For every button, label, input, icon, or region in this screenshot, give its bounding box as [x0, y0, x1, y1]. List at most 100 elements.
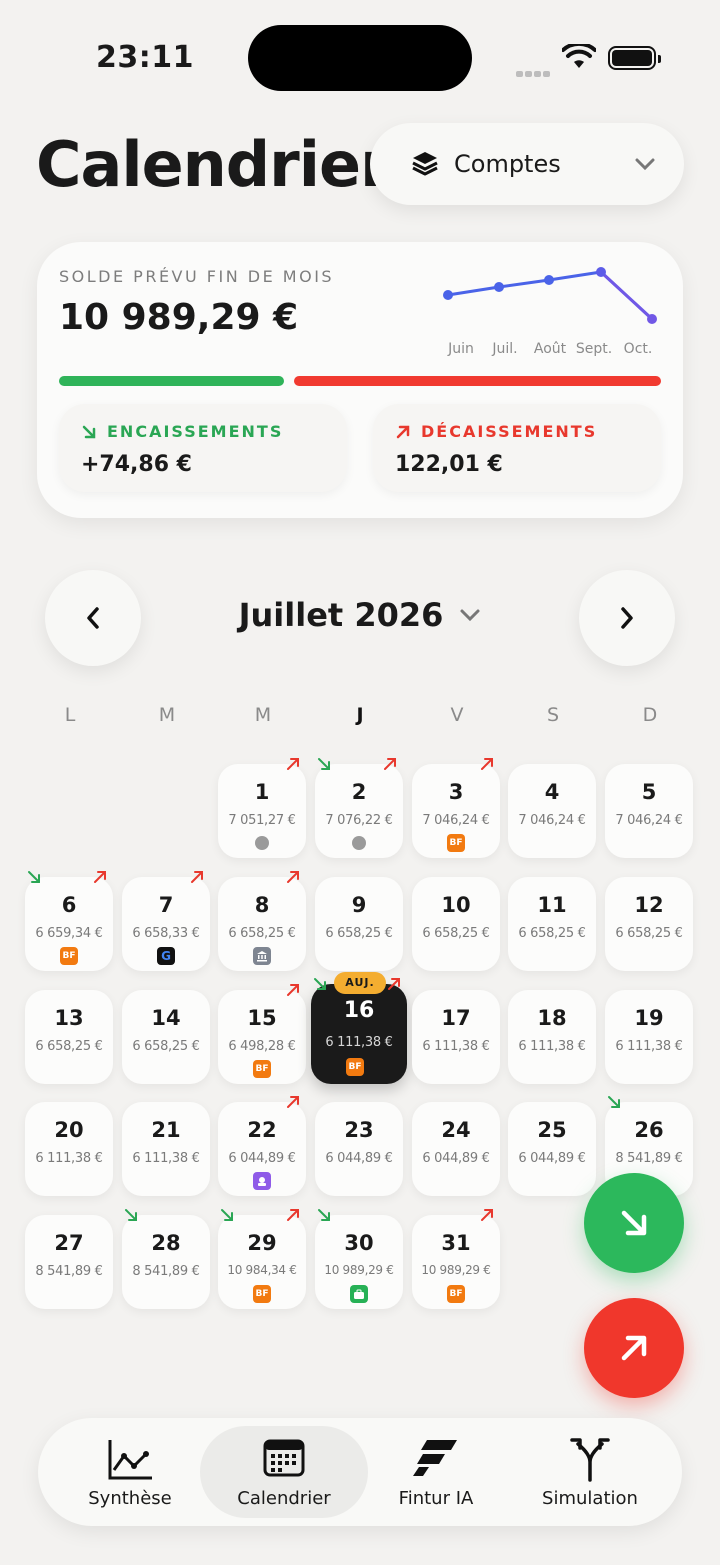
calendar-day[interactable]: 19 6 111,38 € [605, 990, 693, 1084]
day-balance: 6 658,25 € [422, 926, 490, 941]
accounts-dropdown[interactable]: Comptes [370, 123, 684, 205]
wifi-icon [562, 44, 596, 68]
tab-fintur-ia[interactable]: Fintur IA [356, 1426, 516, 1518]
trend-month-label: Sept. [576, 341, 612, 357]
bf-logo-icon: BF [346, 1058, 364, 1076]
day-number: 1 [254, 780, 270, 804]
day-number: 16 [343, 998, 375, 1023]
day-balance: 6 044,89 € [518, 1151, 586, 1166]
calendar-day[interactable]: 12 6 658,25 € [605, 877, 693, 971]
expense-tile[interactable]: DÉCAISSEMENTS 122,01 € [373, 404, 661, 492]
calendar-day[interactable]: 14 6 658,25 € [122, 990, 210, 1084]
month-selector[interactable]: Juillet 2026 [200, 596, 520, 634]
trend-point [544, 275, 554, 285]
tab-synthese[interactable]: Synthèse [50, 1426, 210, 1518]
day-number: 3 [448, 780, 464, 804]
trend-point [443, 290, 453, 300]
weekday-label: M [158, 704, 176, 726]
day-number: 13 [54, 1006, 84, 1030]
day-balance: 8 541,89 € [132, 1264, 200, 1279]
arrow-down-right-icon [621, 1210, 647, 1236]
arrow-up-right-icon [480, 1207, 494, 1221]
day-number: 6 [61, 893, 77, 917]
accounts-label: Comptes [454, 150, 561, 178]
projected-balance: 10 989,29 € [59, 297, 299, 338]
chevron-right-icon [621, 607, 633, 629]
arrow-down-right-icon [124, 1207, 138, 1221]
arrow-up-right-icon [286, 982, 300, 996]
arrow-down-right-icon [313, 976, 327, 990]
trend-month-label: Oct. [624, 341, 653, 357]
calendar-day[interactable]: 1 7 051,27 € [218, 758, 306, 858]
calendar-day[interactable]: 6 6 659,34 € BF [25, 871, 113, 971]
arrow-down-right-icon [317, 756, 331, 770]
calendar-day[interactable]: 27 8 541,89 € [25, 1215, 113, 1309]
arrow-down-right-icon [317, 1207, 331, 1221]
calendar-day[interactable]: 23 6 044,89 € [315, 1102, 403, 1196]
weekday-label: L [64, 704, 76, 726]
day-balance: 7 046,24 € [518, 813, 586, 828]
arrow-down-right-icon [82, 425, 96, 438]
day-balance: 6 111,38 € [422, 1039, 490, 1054]
calendar-day[interactable]: 3 7 046,24 € BF [412, 758, 500, 858]
day-number: 30 [344, 1231, 374, 1255]
day-number: 28 [151, 1231, 181, 1255]
calendar-day[interactable]: 7 6 658,33 € G [122, 871, 210, 971]
day-number: 7 [158, 893, 174, 917]
arrow-up-right-icon [286, 1094, 300, 1108]
day-balance: 8 541,89 € [615, 1151, 683, 1166]
add-expense-button[interactable] [584, 1298, 684, 1398]
calendar-day[interactable]: 10 6 658,25 € [412, 877, 500, 971]
calendar-day[interactable]: 22 6 044,89 € [218, 1096, 306, 1196]
calendar-day[interactable]: 28 8 541,89 € [122, 1209, 210, 1309]
calendar-day[interactable]: 20 6 111,38 € [25, 1102, 113, 1196]
day-balance: 6 658,25 € [518, 926, 586, 941]
arrow-up-right-icon [383, 756, 397, 770]
battery-icon [608, 46, 661, 70]
day-number: 27 [54, 1231, 84, 1255]
calendar-day[interactable]: 30 10 989,29 € [315, 1209, 403, 1309]
google-logo-icon: G [157, 947, 175, 965]
calendar-day[interactable]: 17 6 111,38 € [412, 990, 500, 1084]
calendar-day[interactable]: 31 10 989,29 € BF [412, 1209, 500, 1309]
calendar-day[interactable]: 11 6 658,25 € [508, 877, 596, 971]
calendar-day[interactable]: 21 6 111,38 € [122, 1102, 210, 1196]
arrow-up-right-icon [480, 756, 494, 770]
tab-label: Fintur IA [398, 1488, 474, 1509]
day-number: 24 [441, 1118, 471, 1142]
calendar-day[interactable]: 13 6 658,25 € [25, 990, 113, 1084]
chevron-left-icon [87, 607, 99, 629]
bf-logo-icon: BF [447, 834, 465, 852]
tab-simulation[interactable]: Simulation [510, 1426, 670, 1518]
calendar-day[interactable]: 5 7 046,24 € [605, 764, 693, 858]
day-number: 14 [151, 1006, 181, 1030]
tab-calendrier[interactable]: Calendrier [200, 1426, 368, 1518]
arrow-down-right-icon [27, 869, 41, 883]
previous-month-button[interactable] [45, 570, 141, 666]
calendar-day[interactable]: 29 10 984,34 € BF [218, 1209, 306, 1309]
arrow-up-right-icon [387, 976, 401, 990]
calendar-day[interactable]: 2 7 076,22 € [315, 758, 403, 858]
day-number: 4 [544, 780, 560, 804]
arrow-up-right-icon [93, 869, 107, 883]
page-title: Calendrier [36, 128, 391, 201]
trend-month-label: Juin [447, 341, 474, 357]
calendar-day[interactable]: 8 6 658,25 € [218, 871, 306, 971]
day-number: 8 [254, 893, 270, 917]
event-dot [255, 836, 269, 850]
calendar-day[interactable]: 4 7 046,24 € [508, 764, 596, 858]
summary-caption: SOLDE PRÉVU FIN DE MOIS [59, 267, 335, 286]
day-number: 5 [641, 780, 657, 804]
calendar-day[interactable]: 18 6 111,38 € [508, 990, 596, 1084]
calendar-day[interactable]: 9 6 658,25 € [315, 877, 403, 971]
calendar-day[interactable]: 15 6 498,28 € BF [218, 984, 306, 1084]
calendar-day[interactable]: 24 6 044,89 € [412, 1102, 500, 1196]
dynamic-island [248, 25, 472, 91]
calendar-day[interactable]: 25 6 044,89 € [508, 1102, 596, 1196]
calendar-day-today[interactable]: 16 6 111,38 € BF [311, 978, 407, 1084]
next-month-button[interactable] [579, 570, 675, 666]
add-income-button[interactable] [584, 1173, 684, 1273]
calendar-icon [263, 1439, 305, 1477]
income-tile[interactable]: ENCAISSEMENTS +74,86 € [59, 404, 347, 492]
tab-bar: Synthèse Calendrier Fintur IA Simulation [38, 1418, 682, 1526]
